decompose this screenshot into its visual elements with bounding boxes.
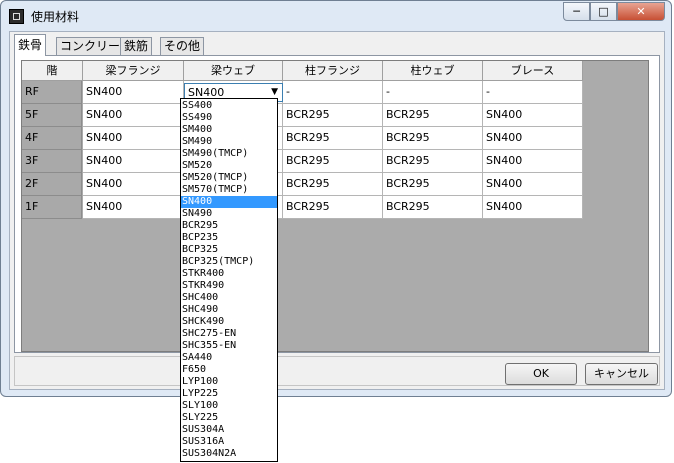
table-cell[interactable]: -: [283, 81, 383, 104]
dropdown-option[interactable]: SM570(TMCP): [181, 184, 277, 196]
dropdown-option[interactable]: SHC355-EN: [181, 340, 277, 352]
column-header-beam-web[interactable]: 梁ウェブ: [184, 61, 283, 81]
row-header: 2F: [22, 173, 82, 196]
dropdown-option[interactable]: BCP325(TMCP): [181, 256, 277, 268]
title-bar[interactable]: 使用材料 ─ □ ✕: [1, 1, 671, 31]
dropdown-option[interactable]: BCP235: [181, 232, 277, 244]
ok-button[interactable]: OK: [505, 363, 577, 385]
dropdown-option[interactable]: SUS304A: [181, 424, 277, 436]
dropdown-option[interactable]: LYP225: [181, 388, 277, 400]
table-cell[interactable]: -: [483, 81, 583, 104]
dropdown-option[interactable]: SS400: [181, 100, 277, 112]
row-header: 1F: [22, 196, 82, 219]
table-cell[interactable]: SN400: [83, 150, 184, 173]
dropdown-option[interactable]: SS490: [181, 112, 277, 124]
table-cell[interactable]: SN400: [83, 127, 184, 150]
table-cell[interactable]: BCR295: [283, 196, 383, 219]
dropdown-option[interactable]: SN490: [181, 208, 277, 220]
column-header-brace[interactable]: ブレース: [483, 61, 583, 81]
tab-rebar[interactable]: 鉄筋: [120, 37, 153, 55]
dropdown-option[interactable]: SLY225: [181, 412, 277, 424]
table-cell[interactable]: BCR295: [383, 150, 483, 173]
column-header-beam-flange[interactable]: 梁フランジ: [83, 61, 184, 81]
dropdown-option[interactable]: SM400: [181, 124, 277, 136]
table-cell[interactable]: SN400: [483, 127, 583, 150]
dropdown-option[interactable]: SM490(TMCP): [181, 148, 277, 160]
minimize-button[interactable]: ─: [563, 2, 590, 21]
dropdown-option[interactable]: STKR490: [181, 280, 277, 292]
dropdown-option[interactable]: SM490: [181, 136, 277, 148]
dropdown-option[interactable]: LYP100: [181, 376, 277, 388]
table-cell[interactable]: -: [383, 81, 483, 104]
row-header: 3F: [22, 150, 82, 173]
material-dialog: 使用材料 ─ □ ✕ 鉄骨 コンクリート 鉄筋 その他 階 梁フランジ 梁ウェブ…: [0, 0, 672, 397]
dropdown-option[interactable]: SHC490: [181, 304, 277, 316]
dropdown-option[interactable]: SM520: [181, 160, 277, 172]
dropdown-option[interactable]: SHC275-EN: [181, 328, 277, 340]
table-cell[interactable]: BCR295: [383, 196, 483, 219]
tab-other[interactable]: その他: [160, 37, 205, 55]
tab-steel[interactable]: 鉄骨: [14, 34, 47, 56]
maximize-button[interactable]: □: [590, 2, 617, 21]
row-header: RF: [22, 81, 82, 104]
table-cell[interactable]: BCR295: [383, 173, 483, 196]
dropdown-option[interactable]: F650: [181, 364, 277, 376]
dialog-body: 鉄骨 コンクリート 鉄筋 その他 階 梁フランジ 梁ウェブ 柱フランジ 柱ウェブ…: [9, 31, 665, 390]
material-grid: 階 梁フランジ 梁ウェブ 柱フランジ 柱ウェブ ブレース RF SN400 - …: [21, 60, 649, 352]
table-cell[interactable]: SN400: [83, 104, 184, 127]
material-dropdown-list[interactable]: SS400 SS490 SM400 SM490 SM490(TMCP) SM52…: [180, 98, 278, 462]
dropdown-option-selected[interactable]: SN400: [181, 196, 277, 208]
table-cell[interactable]: SN400: [83, 81, 184, 104]
table-cell[interactable]: SN400: [483, 150, 583, 173]
cancel-button[interactable]: キャンセル: [585, 363, 658, 385]
dropdown-option[interactable]: BCR295: [181, 220, 277, 232]
table-cell[interactable]: SN400: [483, 104, 583, 127]
tab-panel-steel: 階 梁フランジ 梁ウェブ 柱フランジ 柱ウェブ ブレース RF SN400 - …: [14, 55, 660, 353]
table-cell[interactable]: SN400: [483, 173, 583, 196]
table-cell[interactable]: SN400: [83, 173, 184, 196]
column-header-column-web[interactable]: 柱ウェブ: [383, 61, 483, 81]
table-cell[interactable]: BCR295: [283, 150, 383, 173]
dropdown-option[interactable]: SUS316A: [181, 436, 277, 448]
table-cell[interactable]: SN400: [483, 196, 583, 219]
table-cell[interactable]: BCR295: [383, 127, 483, 150]
dropdown-option[interactable]: STKR400: [181, 268, 277, 280]
table-cell[interactable]: BCR295: [283, 173, 383, 196]
dropdown-option[interactable]: SA440: [181, 352, 277, 364]
table-cell[interactable]: BCR295: [283, 127, 383, 150]
table-cell[interactable]: BCR295: [283, 104, 383, 127]
row-header: 4F: [22, 127, 82, 150]
table-cell[interactable]: BCR295: [383, 104, 483, 127]
dropdown-option[interactable]: BCP325: [181, 244, 277, 256]
button-bar: OK キャンセル: [14, 356, 660, 386]
column-header-column-flange[interactable]: 柱フランジ: [283, 61, 383, 81]
table-cell[interactable]: SN400: [83, 196, 184, 219]
dropdown-option[interactable]: SLY100: [181, 400, 277, 412]
window-title: 使用材料: [31, 10, 80, 24]
row-header: 5F: [22, 104, 82, 127]
dropdown-option[interactable]: SHCK490: [181, 316, 277, 328]
dropdown-option[interactable]: SM520(TMCP): [181, 172, 277, 184]
dropdown-option[interactable]: SUS304N2A: [181, 448, 277, 460]
dropdown-option[interactable]: SHC400: [181, 292, 277, 304]
close-button[interactable]: ✕: [617, 2, 665, 21]
app-icon: [9, 9, 24, 24]
column-header-floor: 階: [22, 61, 83, 81]
